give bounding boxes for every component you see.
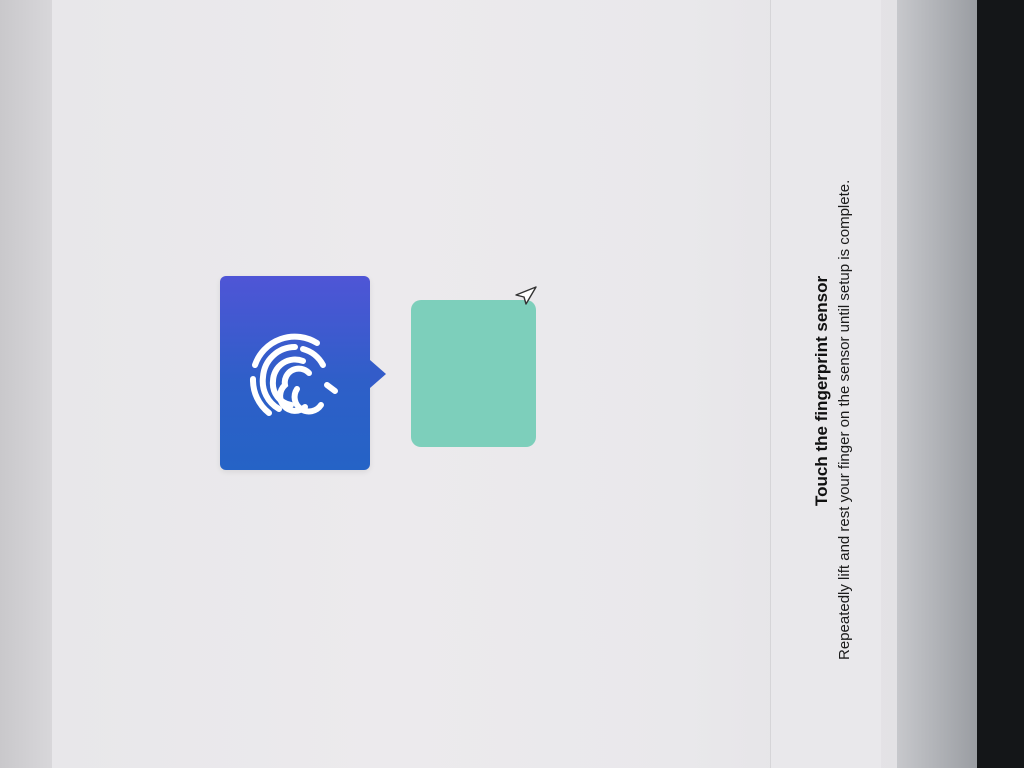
left-edge — [0, 0, 52, 768]
dialog-title: Touch the fingerprint sensor — [812, 275, 831, 506]
fingerprint-icon — [249, 333, 338, 416]
sensor-illustration — [411, 300, 536, 447]
dialog-instruction: Repeatedly lift and rest your finger on … — [836, 179, 853, 660]
mouse-pointer-icon — [515, 286, 537, 305]
screen-bezel — [977, 0, 1024, 768]
instruction-area: Touch the fingerprint sensor Repeatedly … — [810, 0, 870, 768]
right-edge — [897, 0, 977, 768]
instruction-text-rotated: Touch the fingerprint sensor Repeatedly … — [810, 0, 870, 768]
